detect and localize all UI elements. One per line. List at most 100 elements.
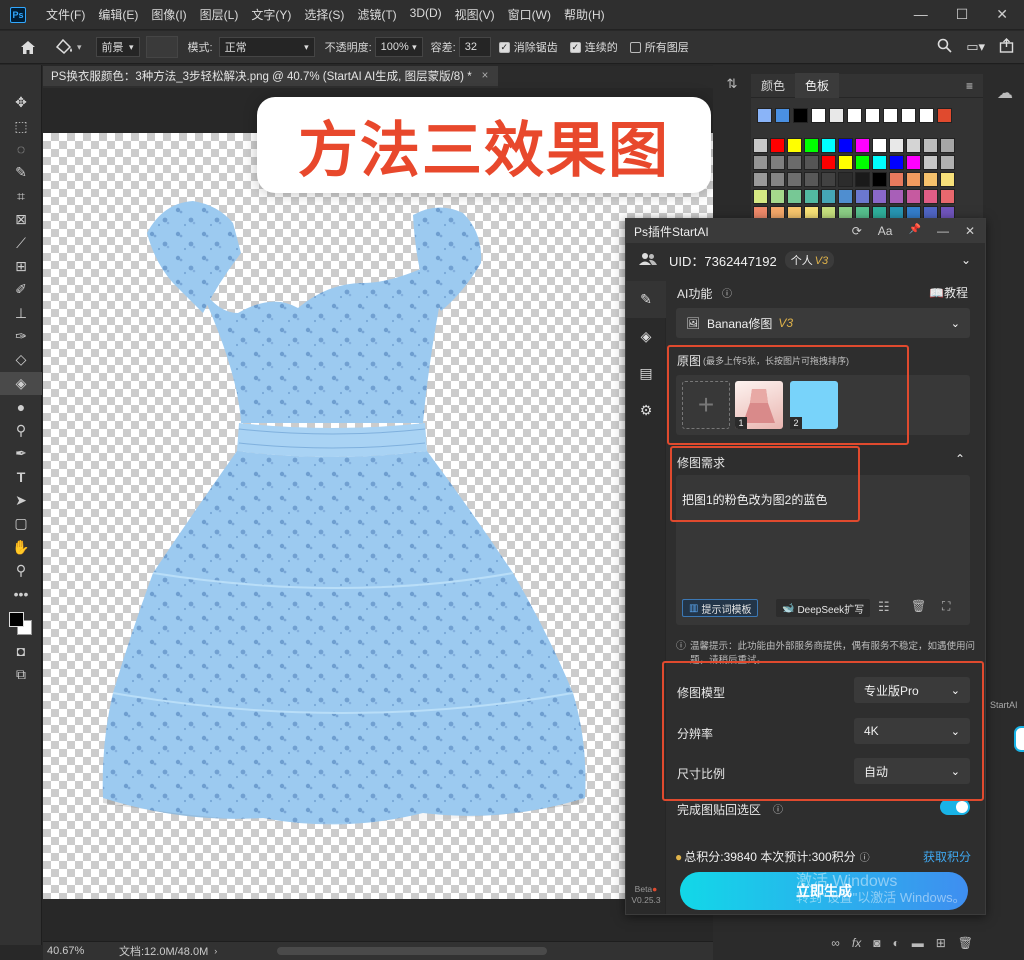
chevron-up-icon[interactable]: ⌃: [955, 452, 965, 466]
swatch-22[interactable]: [923, 155, 938, 170]
swatch-47[interactable]: [940, 189, 955, 204]
swatch-recent-9[interactable]: [919, 108, 934, 123]
marquee-tool-icon[interactable]: ⬚: [0, 114, 42, 137]
menu-view[interactable]: 视图(V): [455, 6, 495, 23]
swatch-29[interactable]: [838, 172, 853, 187]
history-brush-tool-icon[interactable]: ✑: [0, 325, 42, 348]
mode-select[interactable]: 正常 ▾: [218, 37, 315, 57]
deepseek-expand-button[interactable]: 🐋 DeepSeek扩写: [776, 599, 871, 617]
tutorial-link[interactable]: 📖教程: [929, 284, 968, 301]
swatch-42[interactable]: [855, 189, 870, 204]
swatch-35[interactable]: [940, 172, 955, 187]
hand-tool-icon[interactable]: ✋: [0, 535, 42, 558]
minimize-button[interactable]: —: [914, 6, 928, 23]
document-tab[interactable]: PS换衣服颜色：3种方法_3步轻松解决.png @ 40.7% (StartAI…: [43, 66, 498, 88]
swatch-3[interactable]: [804, 138, 819, 153]
all-layers-checkbox[interactable]: 所有图层: [629, 39, 689, 55]
search-icon[interactable]: [937, 38, 952, 56]
swatch-9[interactable]: [906, 138, 921, 153]
swatch-recent-3[interactable]: [811, 108, 826, 123]
paste-back-toggle[interactable]: [940, 799, 970, 815]
swatch-34[interactable]: [923, 172, 938, 187]
mask-icon[interactable]: ◙: [873, 936, 880, 950]
swatch-1[interactable]: [770, 138, 785, 153]
swatch-21[interactable]: [906, 155, 921, 170]
dodge-tool-icon[interactable]: ⚲: [0, 418, 42, 441]
more-tools-icon[interactable]: •••: [0, 582, 42, 605]
color-swatches[interactable]: [0, 606, 42, 640]
swatch-recent-7[interactable]: [883, 108, 898, 123]
menu-select[interactable]: 选择(S): [304, 6, 344, 23]
menu-file[interactable]: 文件(F): [46, 6, 85, 23]
doc-info[interactable]: 文档:12.0M/48.0M: [119, 943, 208, 959]
type-tool-icon[interactable]: T: [0, 465, 42, 488]
swatch-recent-6[interactable]: [865, 108, 880, 123]
eyedropper-tool-icon[interactable]: ⟋: [0, 231, 42, 254]
share-icon[interactable]: [999, 38, 1014, 56]
swatch-recent-2[interactable]: [793, 108, 808, 123]
swatch-recent-1[interactable]: [775, 108, 790, 123]
swatch-13[interactable]: [770, 155, 785, 170]
tolerance-input[interactable]: 32: [458, 37, 491, 57]
pattern-picker[interactable]: [145, 36, 178, 58]
shape-tool-icon[interactable]: ▢: [0, 512, 42, 535]
close-tab-icon[interactable]: ×: [482, 70, 489, 82]
swatch-25[interactable]: [770, 172, 785, 187]
startai-side-tab[interactable]: StartAI: [990, 700, 1024, 718]
history-icon[interactable]: ⇅: [727, 76, 738, 92]
swatch-recent-5[interactable]: [847, 108, 862, 123]
swatch-41[interactable]: [838, 189, 853, 204]
pin-icon[interactable]: 📌: [908, 224, 920, 238]
swatch-6[interactable]: [855, 138, 870, 153]
screen-mode-icon[interactable]: ⧉: [0, 663, 42, 686]
swatch-32[interactable]: [889, 172, 904, 187]
swatch-20[interactable]: [889, 155, 904, 170]
zoom-level[interactable]: 40.67%: [47, 945, 103, 957]
swatch-44[interactable]: [889, 189, 904, 204]
swatch-31[interactable]: [872, 172, 887, 187]
swatch-43[interactable]: [872, 189, 887, 204]
workspace-icon[interactable]: ▭▾: [966, 39, 985, 55]
swatch-28[interactable]: [821, 172, 836, 187]
panel-toggle-button[interactable]: [1014, 726, 1024, 752]
feature-select[interactable]: 🖼 Banana修图 V3 ⌄: [676, 308, 970, 338]
folder-icon[interactable]: ▬: [912, 936, 924, 950]
fx-icon[interactable]: fx: [852, 936, 861, 950]
swatch-23[interactable]: [940, 155, 955, 170]
expand-icon[interactable]: ⛶: [942, 599, 950, 614]
menu-layer[interactable]: 图层(L): [200, 6, 239, 23]
info-icon[interactable]: ⓘ: [860, 849, 870, 864]
trash-icon[interactable]: 🗑: [911, 599, 926, 613]
swatch-24[interactable]: [753, 172, 768, 187]
menu-image[interactable]: 图像(I): [151, 6, 186, 23]
swatch-18[interactable]: [855, 155, 870, 170]
swatch-0[interactable]: [753, 138, 768, 153]
swatch-recent-0[interactable]: [757, 108, 772, 123]
tab-swatches[interactable]: 色板: [795, 73, 840, 98]
paint-bucket-icon[interactable]: ▾: [56, 39, 82, 55]
quick-select-tool-icon[interactable]: ✎: [0, 161, 42, 184]
pen-tool-icon[interactable]: ✒: [0, 442, 42, 465]
swatch-2[interactable]: [787, 138, 802, 153]
maximize-button[interactable]: ☐: [956, 6, 969, 23]
stamp-tool-icon[interactable]: ⊥: [0, 302, 42, 325]
info-icon[interactable]: ⓘ: [773, 801, 783, 816]
menu-filter[interactable]: 滤镜(T): [357, 6, 396, 23]
swatch-37[interactable]: [770, 189, 785, 204]
swatch-45[interactable]: [906, 189, 921, 204]
foreground-color[interactable]: [9, 611, 24, 627]
swatch-40[interactable]: [821, 189, 836, 204]
swatch-17[interactable]: [838, 155, 853, 170]
settings-icon[interactable]: ⚙: [626, 392, 666, 429]
swatch-16[interactable]: [821, 155, 836, 170]
eraser-tool-icon[interactable]: ◇: [0, 348, 42, 371]
chevron-down-icon[interactable]: ⌄: [961, 253, 971, 267]
healing-tool-icon[interactable]: ⊞: [0, 255, 42, 278]
notes-icon[interactable]: ▤: [626, 355, 666, 392]
swatch-recent-4[interactable]: [829, 108, 844, 123]
link-icon[interactable]: ∞: [831, 936, 840, 950]
swatch-11[interactable]: [940, 138, 955, 153]
blur-tool-icon[interactable]: ●: [0, 395, 42, 418]
anti-alias-checkbox[interactable]: ✓ 消除锯齿: [498, 39, 558, 55]
swatch-14[interactable]: [787, 155, 802, 170]
